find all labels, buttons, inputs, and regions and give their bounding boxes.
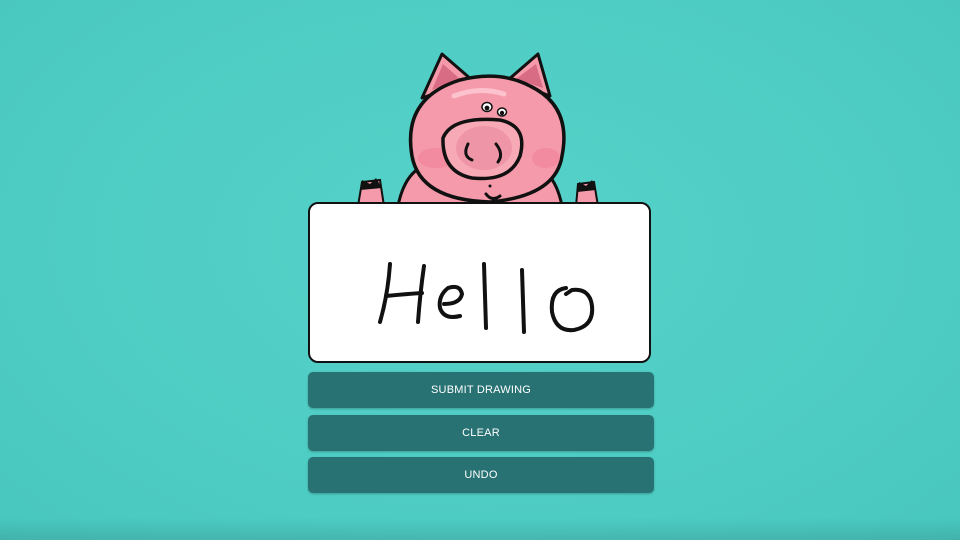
- undo-button[interactable]: UNDO: [308, 457, 654, 493]
- pig-mascot-icon: [356, 52, 600, 208]
- clear-button[interactable]: CLEAR: [308, 415, 654, 451]
- drawing-canvas[interactable]: [308, 202, 651, 363]
- game-screen: SUBMIT DRAWING CLEAR UNDO: [0, 0, 960, 540]
- handwriting-drawing: [378, 262, 595, 334]
- bottom-shadow: [0, 518, 960, 540]
- submit-drawing-button[interactable]: SUBMIT DRAWING: [308, 372, 654, 408]
